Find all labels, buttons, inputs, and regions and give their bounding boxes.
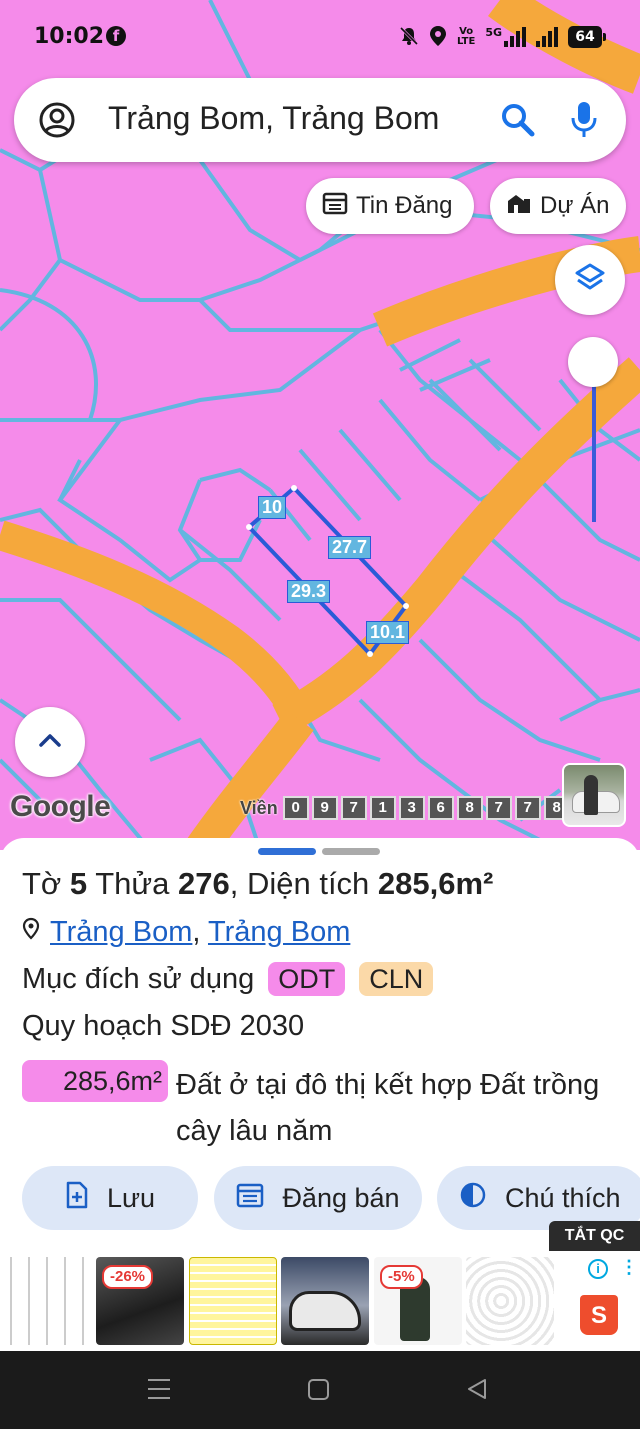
projects-chip-label: Dự Án xyxy=(540,192,610,219)
listing-calendar-icon xyxy=(322,191,348,222)
expand-up-button[interactable] xyxy=(15,707,85,777)
parcel-id-digit: 6 xyxy=(427,796,454,820)
shopee-logo: S xyxy=(580,1295,618,1335)
system-nav-bar xyxy=(0,1351,640,1429)
zoom-slider-thumb[interactable] xyxy=(568,337,618,387)
status-bar: 10:02 f Vo LTE 5G 64 xyxy=(0,0,640,74)
parcel-id-digit: 7 xyxy=(340,796,367,820)
signal-5g-icon: 5G xyxy=(485,27,526,47)
sneaker-image xyxy=(289,1291,361,1331)
facebook-icon: f xyxy=(106,26,126,46)
back-icon[interactable] xyxy=(466,1377,488,1401)
more-options-icon[interactable]: ⋮ xyxy=(620,1257,638,1277)
location-pin-icon xyxy=(429,25,447,50)
projects-chip[interactable]: Dự Án xyxy=(490,178,626,234)
street-view-thumbnail[interactable] xyxy=(562,763,626,827)
screen: 10 27.7 29.3 10.1 10:02 f Vo LTE 5G 64 T… xyxy=(0,0,640,1429)
ad-strip[interactable]: -26% -5% i ⋮ S xyxy=(0,1251,640,1351)
listings-chip-label: Tin Đăng xyxy=(356,192,453,219)
building-icon xyxy=(506,191,532,222)
discount-badge: -26% xyxy=(102,1265,154,1289)
save-button-label: Lưu xyxy=(106,1182,156,1213)
info-icon[interactable]: i xyxy=(588,1259,608,1279)
parcel-id-digit: 7 xyxy=(514,796,541,820)
search-icon[interactable] xyxy=(500,102,536,143)
plan-area-badge: 285,6m² xyxy=(22,1060,168,1102)
add-document-icon xyxy=(65,1181,89,1216)
district-link[interactable]: Trảng Bom xyxy=(50,916,192,948)
parcel-info-sheet: Tờ 5 Thửa 276, Diện tích 285,6m² Trảng B… xyxy=(0,838,640,1238)
status-time: 10:02 xyxy=(34,24,105,49)
signal-bars-icon xyxy=(536,27,558,47)
chevron-up-icon xyxy=(38,732,62,753)
status-icons: Vo LTE 5G 64 xyxy=(399,22,606,52)
person-image xyxy=(584,775,598,815)
parcel-id-digit: 9 xyxy=(311,796,338,820)
legend-button-label: Chú thích xyxy=(505,1182,621,1213)
purpose-label: Mục đích sử dụng xyxy=(22,962,255,995)
parcel-id-strip: Viền 0 9 7 1 3 6 8 7 7 8 xyxy=(240,796,570,820)
discount-badge: -5% xyxy=(380,1265,423,1289)
listings-chip[interactable]: Tin Đăng xyxy=(306,178,474,234)
parcel-edge-label: 27.7 xyxy=(328,536,372,559)
purpose-tag-odt: ODT xyxy=(268,962,346,996)
bell-off-icon xyxy=(399,26,419,49)
recent-apps-icon[interactable] xyxy=(148,1379,170,1406)
plan-description: Đất ở tại đô thị kết hợp Đất trồng cây l… xyxy=(176,1069,600,1147)
parcel-id-digit: 7 xyxy=(485,796,512,820)
shopee-ad[interactable]: i ⋮ S xyxy=(560,1257,638,1345)
ad-item[interactable] xyxy=(466,1257,554,1345)
parcel-id-digit: 3 xyxy=(398,796,425,820)
location-pin-icon xyxy=(22,916,40,949)
parcel-id-digit: 0 xyxy=(282,796,309,820)
save-button[interactable]: Lưu xyxy=(22,1166,198,1230)
commune-link[interactable]: Trảng Bom xyxy=(208,916,350,948)
volte-icon: Vo LTE xyxy=(456,26,476,47)
search-bar[interactable]: Trảng Bom, Trảng Bom xyxy=(14,78,626,162)
parcel-id-digit: 8 xyxy=(456,796,483,820)
ad-item[interactable]: -5% xyxy=(374,1257,462,1345)
layers-icon xyxy=(573,261,607,300)
parcel-edge-label: 10 xyxy=(258,496,287,519)
microphone-icon[interactable] xyxy=(569,100,599,145)
purpose-tag-cln: CLN xyxy=(359,962,434,996)
battery-icon: 64 xyxy=(568,26,606,48)
close-ads-button[interactable]: TẮT QC xyxy=(549,1221,640,1251)
account-circle-icon[interactable] xyxy=(38,100,76,145)
parcel-id-prefix: Viền xyxy=(240,797,278,818)
google-attribution: Google xyxy=(10,790,111,823)
parcel-location: Trảng Bom, Trảng Bom xyxy=(22,916,350,949)
parcel-title: Tờ 5 Thửa 276, Diện tích 285,6m² xyxy=(22,866,494,901)
search-input[interactable]: Trảng Bom, Trảng Bom xyxy=(108,100,439,137)
sheet-page-indicator[interactable] xyxy=(258,848,380,855)
half-circle-icon xyxy=(459,1181,487,1216)
ad-item[interactable] xyxy=(4,1257,90,1345)
calendar-icon xyxy=(236,1182,264,1215)
map-view[interactable]: 10 27.7 29.3 10.1 10:02 f Vo LTE 5G 64 T… xyxy=(0,0,640,850)
parcel-edge-label: 29.3 xyxy=(287,580,331,603)
ad-item[interactable]: -26% xyxy=(96,1257,184,1345)
land-use-purpose: Mục đích sử dụng ODT CLN xyxy=(22,962,434,996)
parcel-id-digit: 1 xyxy=(369,796,396,820)
home-icon[interactable] xyxy=(308,1379,329,1400)
ad-item[interactable] xyxy=(189,1257,277,1345)
post-for-sale-label: Đăng bán xyxy=(282,1182,400,1213)
plan-label: Quy hoạch SDĐ 2030 xyxy=(22,1010,305,1042)
parcel-edge-label: 10.1 xyxy=(366,621,410,644)
layers-button[interactable] xyxy=(555,245,625,315)
ad-item[interactable] xyxy=(281,1257,369,1345)
post-for-sale-button[interactable]: Đăng bán xyxy=(214,1166,422,1230)
